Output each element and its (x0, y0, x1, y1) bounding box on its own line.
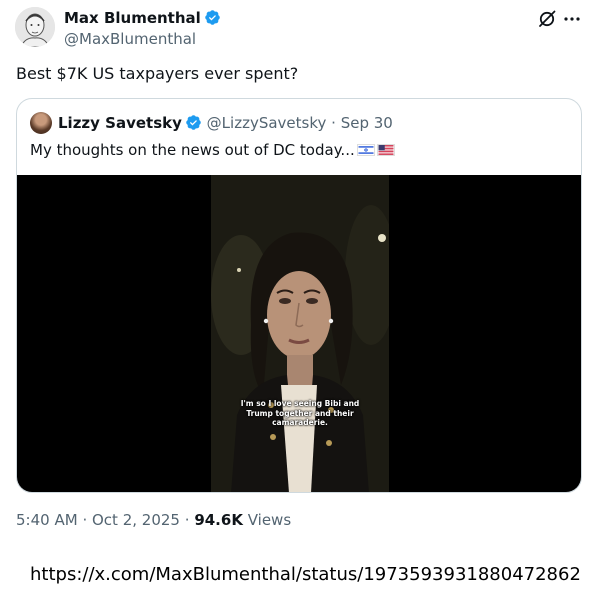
avatar-sketch-image (15, 7, 55, 47)
more-icon[interactable] (562, 9, 582, 29)
us-flag-icon (376, 144, 395, 156)
quoted-date[interactable]: Sep 30 (341, 114, 393, 132)
israel-flag-icon (356, 144, 375, 156)
meta-separator: · (184, 511, 190, 529)
quoted-text-row: My thoughts on the news out of DC today.… (30, 140, 395, 160)
author-avatar[interactable] (15, 7, 55, 47)
author-name[interactable]: Max Blumenthal (64, 9, 201, 27)
tweet-time[interactable]: 5:40 AM (16, 511, 78, 529)
tweet-date[interactable]: Oct 2, 2025 (92, 511, 180, 529)
views-label: Views (247, 511, 292, 529)
author-handle[interactable]: @MaxBlumenthal (64, 29, 196, 49)
meta-separator: · (82, 511, 88, 529)
quoted-author-handle[interactable]: @LizzySavetsky (207, 114, 327, 132)
video-frame[interactable]: I'm so I love seeing Bibi and Trump toge… (211, 175, 389, 492)
views-count: 94.6K (194, 511, 243, 529)
video-caption: I'm so I love seeing Bibi and Trump toge… (227, 399, 373, 428)
video-thumbnail (211, 175, 389, 492)
author-name-row[interactable]: Max Blumenthal (64, 8, 221, 28)
caption-line: camaraderie. (272, 418, 328, 427)
quoted-separator: · (331, 114, 336, 132)
quoted-tweet-card[interactable]: Lizzy Savetsky @LizzySavetsky · Sep 30 M… (16, 98, 582, 493)
verified-icon (205, 10, 220, 25)
caption-line: Trump together and their (246, 408, 354, 418)
quoted-text: My thoughts on the news out of DC today.… (30, 141, 355, 159)
tweet-url[interactable]: https://x.com/MaxBlumenthal/status/19735… (30, 564, 581, 586)
verified-icon (186, 115, 201, 130)
caption-line: I'm so I love seeing Bibi and (240, 399, 360, 408)
video-media[interactable]: I'm so I love seeing Bibi and Trump toge… (17, 175, 581, 492)
tweet-metadata: 5:40 AM · Oct 2, 2025 · 94.6K Views (16, 510, 291, 530)
grok-icon[interactable] (537, 9, 557, 29)
tweet-text: Best $7K US taxpayers ever spent? (16, 64, 299, 83)
quoted-author-avatar[interactable] (30, 112, 52, 134)
quoted-header: Lizzy Savetsky @LizzySavetsky · Sep 30 (58, 113, 393, 133)
quoted-author-name[interactable]: Lizzy Savetsky (58, 114, 182, 132)
